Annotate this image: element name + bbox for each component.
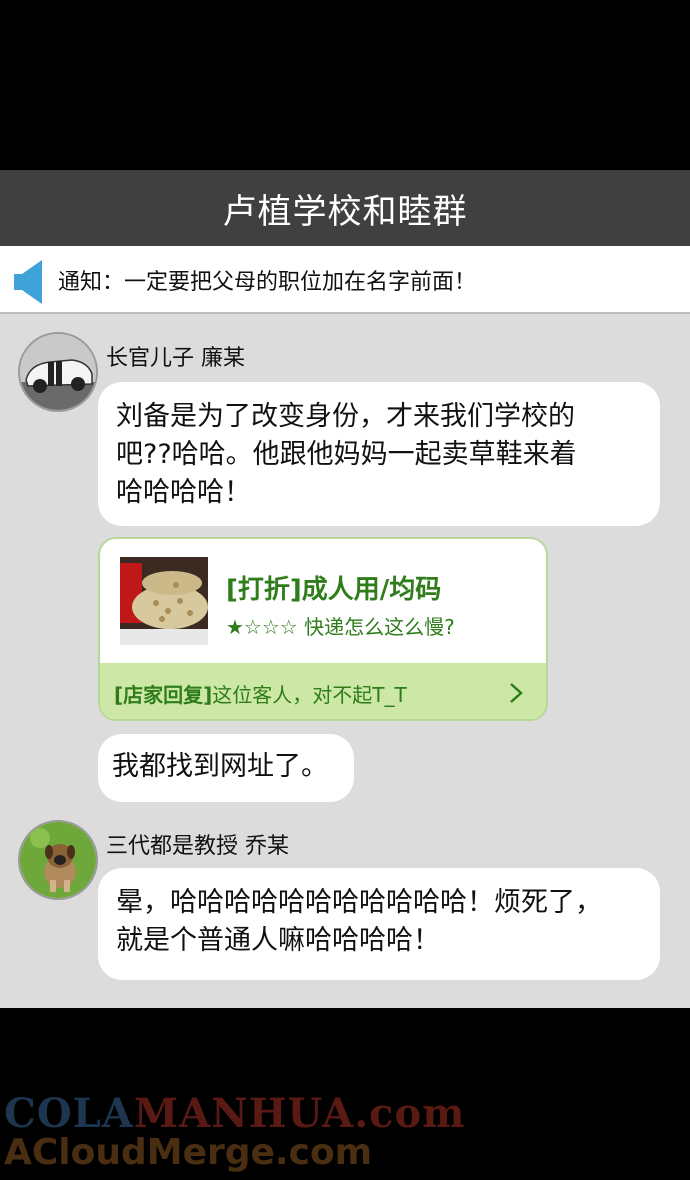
seller-reply-tag: [店家回复] bbox=[114, 683, 213, 707]
message-line: 我都找到网址了。 bbox=[112, 751, 328, 782]
message-line: 就是个普通人嘛哈哈哈哈！ bbox=[116, 925, 440, 956]
message-line: 晕，哈哈哈哈哈哈哈哈哈哈哈！烦死了， bbox=[116, 887, 602, 918]
puppy-avatar[interactable] bbox=[18, 820, 98, 900]
username: 长官儿子 廉某 bbox=[106, 346, 245, 371]
product-title: [打折]成人用/均码 bbox=[226, 575, 442, 605]
username: 三代都是教授 乔某 bbox=[106, 834, 289, 859]
message-line: 刘备是为了改变身份，才来我们学校的 bbox=[116, 401, 575, 432]
watermark-site: COLAMANHUA.com bbox=[4, 1090, 466, 1137]
seller-reply-text: 这位客人，对不起T_T bbox=[212, 683, 407, 707]
chevron-right-icon bbox=[510, 683, 523, 703]
sports-car-avatar[interactable] bbox=[18, 332, 98, 412]
message-bubble[interactable]: 我都找到网址了。 bbox=[98, 734, 354, 802]
top-letterbox bbox=[0, 0, 690, 170]
product-link-card[interactable]: [打折]成人用/均码 ★☆☆☆ 快递怎么这么慢? [店家回复]这位客人，对不起T… bbox=[98, 537, 548, 721]
seller-reply-bar[interactable]: [店家回复]这位客人，对不起T_T bbox=[100, 663, 546, 719]
message-line: 吧??哈哈。他跟他妈妈一起卖草鞋来着 bbox=[116, 439, 577, 470]
message-bubble[interactable]: 刘备是为了改变身份，才来我们学校的 吧??哈哈。他跟他妈妈一起卖草鞋来着 哈哈哈… bbox=[98, 382, 660, 526]
message-bubble[interactable]: 晕，哈哈哈哈哈哈哈哈哈哈哈！烦死了， 就是个普通人嘛哈哈哈哈！ bbox=[98, 868, 660, 980]
chat-title-bar: 卢植学校和睦群 bbox=[0, 170, 690, 246]
chat-title: 卢植学校和睦群 bbox=[222, 191, 468, 232]
speaker-icon bbox=[14, 260, 42, 304]
message-line: 哈哈哈哈！ bbox=[116, 477, 251, 508]
watermark-merge: ACloudMerge.com bbox=[4, 1132, 373, 1173]
product-review: ★☆☆☆ 快递怎么这么慢? bbox=[226, 615, 455, 639]
notice-text: 通知：一定要把父母的职位加在名字前面！ bbox=[58, 270, 477, 295]
product-thumbnail bbox=[120, 557, 208, 645]
